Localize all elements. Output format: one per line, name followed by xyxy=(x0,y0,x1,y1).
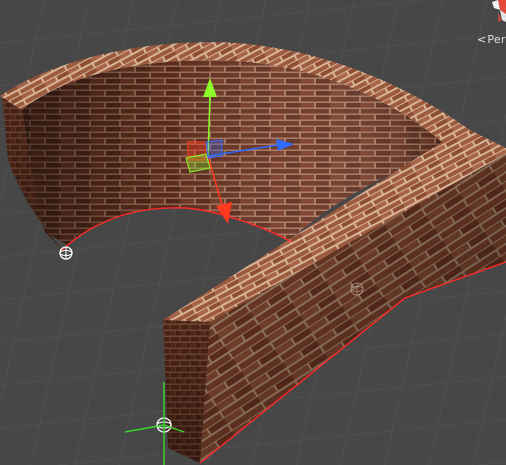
scene-orientation-gizmo-icon[interactable] xyxy=(488,0,506,26)
projection-label-text: Persp xyxy=(487,33,506,46)
chevron-left-icon: < xyxy=(477,33,487,46)
projection-label[interactable]: <Persp xyxy=(477,33,506,46)
scene-canvas[interactable] xyxy=(0,0,506,465)
scene-viewport[interactable]: <Persp xyxy=(0,0,506,465)
yz-plane-handle[interactable] xyxy=(205,139,223,159)
